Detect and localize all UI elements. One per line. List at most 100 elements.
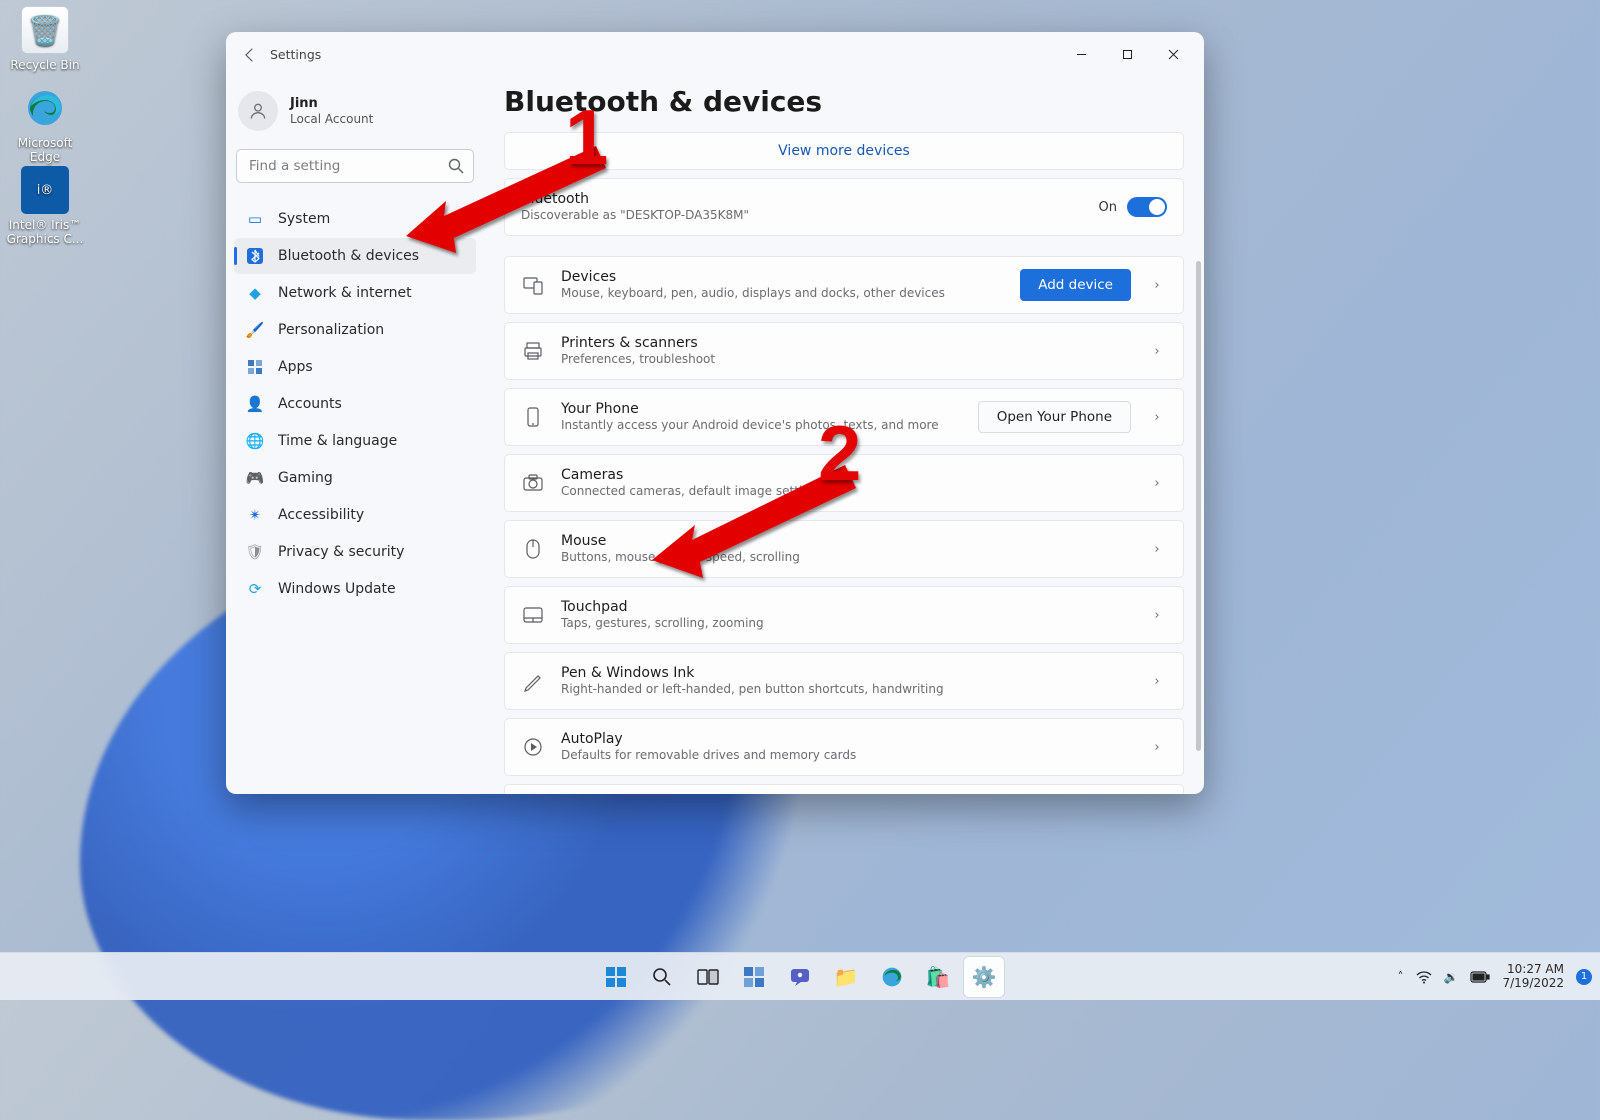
tray-volume-icon[interactable]: 🔉 <box>1444 970 1459 984</box>
nav-windows-update[interactable]: ⟳ Windows Update <box>234 571 476 607</box>
account-block[interactable]: Jinn Local Account <box>238 91 472 131</box>
window-title: Settings <box>270 47 321 62</box>
taskbar-chat[interactable] <box>780 957 820 997</box>
view-more-devices[interactable]: View more devices <box>504 132 1184 170</box>
privacy-security-icon: 🛡︎ <box>246 543 264 561</box>
search-field[interactable] <box>236 149 474 183</box>
tray-time: 10:27 AM <box>1502 963 1564 977</box>
nav-accounts[interactable]: 👤Accounts <box>234 386 476 422</box>
taskbar-widgets[interactable] <box>734 957 774 997</box>
nav-accessibility[interactable]: ✴︎ Accessibility <box>234 497 476 533</box>
open-your-phone-button[interactable]: Open Your Phone <box>978 401 1131 433</box>
nav-label: System <box>278 211 330 227</box>
view-more-label: View more devices <box>778 143 910 159</box>
bluetooth-card[interactable]: Bluetooth Discoverable as "DESKTOP-DA35K… <box>504 178 1184 236</box>
devices-icon <box>521 273 545 297</box>
taskbar-taskview[interactable] <box>688 957 728 997</box>
search-icon <box>447 157 465 175</box>
nav-label: Time & language <box>278 433 397 449</box>
row-sub: Mouse, keyboard, pen, audio, displays an… <box>561 286 1004 301</box>
tray-notification-badge[interactable]: 1 <box>1576 969 1592 985</box>
bluetooth-sub: Discoverable as "DESKTOP-DA35K8M" <box>521 208 1083 223</box>
row-autoplay[interactable]: AutoPlay Defaults for removable drives a… <box>504 718 1184 776</box>
nav-label: Windows Update <box>278 581 396 597</box>
taskbar-settings[interactable]: ⚙️ <box>964 957 1004 997</box>
nav-network[interactable]: ◆ Network & internet <box>234 275 476 311</box>
nav-time-language[interactable]: 🌐Time & language <box>234 423 476 459</box>
nav-privacy-security[interactable]: 🛡︎ Privacy & security <box>234 534 476 570</box>
maximize-button[interactable] <box>1104 39 1150 71</box>
row-title: Printers & scanners <box>561 335 1131 353</box>
system-tray[interactable]: ˄ 🔉 10:27 AM 7/19/2022 1 <box>1398 963 1592 991</box>
printer-icon <box>521 339 545 363</box>
row-usb[interactable]: USB Notifications, USB battery saver, mo… <box>504 784 1184 794</box>
taskbar-center: 📁 🛍️ ⚙️ <box>596 957 1004 997</box>
nav-label: Privacy & security <box>278 544 404 560</box>
apps-icon <box>246 358 264 376</box>
desktop-icon-recycle-bin[interactable]: 🗑️ Recycle Bin <box>6 6 84 72</box>
scrollbar[interactable] <box>1196 177 1201 782</box>
scrollbar-thumb[interactable] <box>1196 261 1201 751</box>
toggle-switch-icon <box>1127 197 1167 217</box>
mouse-icon <box>521 537 545 561</box>
taskbar-explorer[interactable]: 📁 <box>826 957 866 997</box>
personalization-icon: 🖌️ <box>246 321 264 339</box>
nav-system[interactable]: ▭ System <box>234 201 476 237</box>
bluetooth-toggle[interactable]: On <box>1099 197 1167 217</box>
row-devices[interactable]: Devices Mouse, keyboard, pen, audio, dis… <box>504 256 1184 314</box>
taskbar-search[interactable] <box>642 957 682 997</box>
taskbar-edge[interactable] <box>872 957 912 997</box>
row-sub: Taps, gestures, scrolling, zooming <box>561 616 1131 631</box>
wifi-icon: ◆ <box>246 284 264 302</box>
chevron-right-icon: › <box>1147 410 1167 425</box>
row-sub: Connected cameras, default image setting… <box>561 484 1131 499</box>
edge-icon <box>21 84 69 132</box>
nav-personalization[interactable]: 🖌️Personalization <box>234 312 476 348</box>
windows-update-icon: ⟳ <box>246 580 264 598</box>
back-button[interactable] <box>234 39 266 71</box>
nav-apps[interactable]: Apps <box>234 349 476 385</box>
chevron-right-icon: › <box>1147 476 1167 491</box>
button-label: Add device <box>1038 277 1113 293</box>
bluetooth-icon <box>246 247 264 265</box>
desktop-icon-label: Intel® Iris™ Graphics C... <box>6 218 84 246</box>
desktop-icon-edge[interactable]: Microsoft Edge <box>6 84 84 164</box>
avatar-icon <box>238 91 278 131</box>
row-cameras[interactable]: Cameras Connected cameras, default image… <box>504 454 1184 512</box>
nav-label: Accounts <box>278 396 342 412</box>
recycle-bin-icon: 🗑️ <box>21 6 69 54</box>
gaming-icon: 🎮 <box>246 469 264 487</box>
accessibility-icon: ✴︎ <box>246 506 264 524</box>
start-button[interactable] <box>596 957 636 997</box>
system-icon: ▭ <box>246 210 264 228</box>
row-printers[interactable]: Printers & scanners Preferences, trouble… <box>504 322 1184 380</box>
nav-gaming[interactable]: 🎮Gaming <box>234 460 476 496</box>
row-mouse[interactable]: Mouse Buttons, mouse pointer speed, scro… <box>504 520 1184 578</box>
settings-window: Settings Jinn Local Account <box>226 32 1204 794</box>
account-type: Local Account <box>290 112 373 126</box>
titlebar: Settings <box>226 32 1204 77</box>
toggle-state-label: On <box>1099 200 1117 215</box>
nav-bluetooth-devices[interactable]: Bluetooth & devices <box>234 238 476 274</box>
row-title: Touchpad <box>561 599 1131 617</box>
row-your-phone[interactable]: Your Phone Instantly access your Android… <box>504 388 1184 446</box>
row-sub: Buttons, mouse pointer speed, scrolling <box>561 550 1131 565</box>
row-pen-ink[interactable]: Pen & Windows Ink Right-handed or left-h… <box>504 652 1184 710</box>
row-title: AutoPlay <box>561 731 1131 749</box>
taskbar-store[interactable]: 🛍️ <box>918 957 958 997</box>
tray-clock[interactable]: 10:27 AM 7/19/2022 <box>1502 963 1564 991</box>
close-button[interactable] <box>1150 39 1196 71</box>
row-touchpad[interactable]: Touchpad Taps, gestures, scrolling, zoom… <box>504 586 1184 644</box>
nav-label: Accessibility <box>278 507 364 523</box>
add-device-button[interactable]: Add device <box>1020 269 1131 301</box>
tray-chevron-icon[interactable]: ˄ <box>1398 970 1404 984</box>
minimize-button[interactable] <box>1058 39 1104 71</box>
nav-label: Network & internet <box>278 285 412 301</box>
page-title: Bluetooth & devices <box>504 85 1184 118</box>
tray-wifi-icon[interactable] <box>1416 970 1432 984</box>
tray-battery-icon[interactable] <box>1470 971 1490 983</box>
search-input[interactable] <box>236 149 474 183</box>
desktop-icon-intel-graphics[interactable]: i® Intel® Iris™ Graphics C... <box>6 166 84 246</box>
row-title: Mouse <box>561 533 1131 551</box>
main-content: Bluetooth & devices View more devices Bl… <box>484 77 1204 794</box>
